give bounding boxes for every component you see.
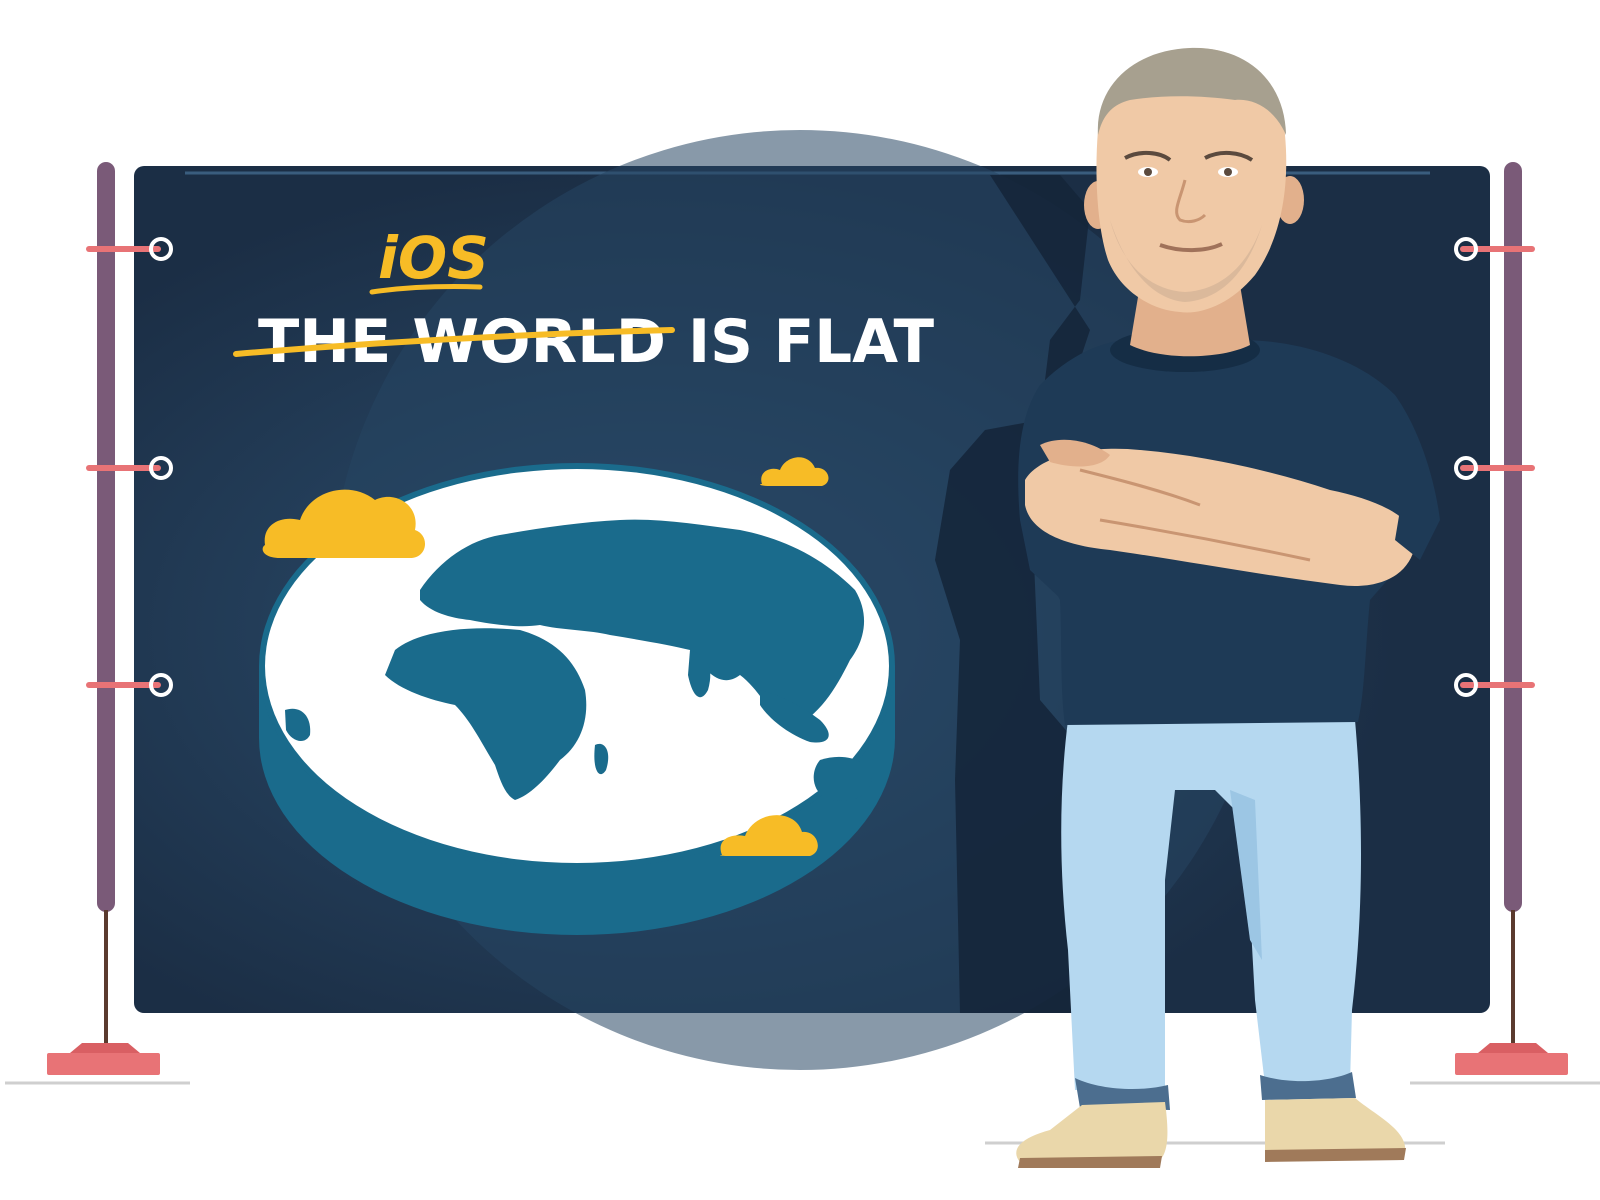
pole-left-base xyxy=(47,1053,160,1075)
pole-left-base-top xyxy=(70,1043,140,1053)
pole-right-base-top xyxy=(1478,1043,1548,1053)
pole-left xyxy=(97,162,115,912)
pole-right xyxy=(1504,162,1522,912)
headline-rest-text: IS FLAT xyxy=(688,307,934,377)
headline-struck-text: THE WORLD xyxy=(258,307,666,377)
illustration-scene: iOS THE WORLD IS FLAT xyxy=(5,47,1600,1168)
pole-right-base xyxy=(1455,1053,1568,1075)
handwritten-ios: iOS xyxy=(378,224,489,292)
person-shoes xyxy=(1016,1098,1406,1168)
